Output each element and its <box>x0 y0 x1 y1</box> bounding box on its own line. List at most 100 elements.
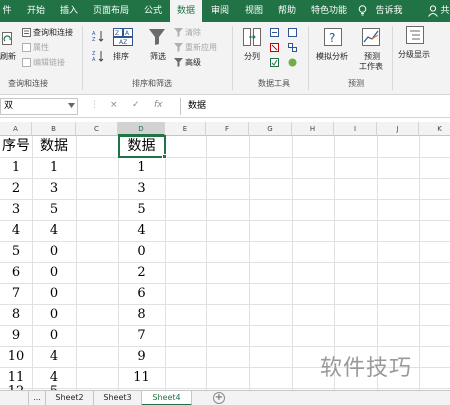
cell-d[interactable]: 0 <box>118 241 165 262</box>
cell-a[interactable]: 5 <box>0 241 32 262</box>
forecast-sheet-button[interactable]: 预测 <box>364 52 380 62</box>
cell-a[interactable]: 2 <box>0 178 32 199</box>
name-box[interactable]: 双 <box>0 98 78 115</box>
sort-button[interactable]: 排序 <box>113 52 129 62</box>
text-to-columns-icon[interactable] <box>243 28 261 46</box>
sheet-tab-sheet2[interactable]: Sheet2 <box>46 391 94 405</box>
edit-links-button[interactable]: 编辑链接 <box>33 58 65 68</box>
sort-az-icon[interactable]: A Z <box>92 30 106 42</box>
remove-duplicates-icon[interactable] <box>270 43 279 52</box>
cell-b[interactable]: 3 <box>32 178 76 199</box>
cell-b[interactable]: 0 <box>32 304 76 325</box>
cell-d[interactable]: 4 <box>118 220 165 241</box>
cell-b[interactable]: 5 <box>32 199 76 220</box>
sort-za-icon[interactable]: Z A <box>92 50 106 62</box>
chevron-down-icon[interactable] <box>68 103 75 108</box>
cancel-button[interactable]: × <box>110 100 118 110</box>
column-header-k[interactable]: K <box>419 122 450 136</box>
cell-d[interactable]: 11 <box>118 367 165 388</box>
cell-a[interactable]: 8 <box>0 304 32 325</box>
tab-view[interactable]: 视图 <box>240 0 268 22</box>
column-header-j[interactable]: J <box>377 122 419 136</box>
column-header-g[interactable]: G <box>249 122 292 136</box>
column-header-d[interactable]: D <box>118 122 165 136</box>
column-header-f[interactable]: F <box>206 122 249 136</box>
cell-b[interactable]: 4 <box>32 220 76 241</box>
reapply-button[interactable]: 重新应用 <box>185 43 217 53</box>
sort-dialog-icon[interactable]: Z A AZ <box>113 28 133 46</box>
column-header-b[interactable]: B <box>32 122 76 136</box>
tab-formulas[interactable]: 公式 <box>139 0 167 22</box>
cell-a1[interactable]: 序号 <box>0 136 32 157</box>
cell-a[interactable]: 6 <box>0 262 32 283</box>
cell-a[interactable]: 12 <box>0 381 32 390</box>
add-sheet-button[interactable]: + <box>213 392 225 404</box>
cell-d[interactable]: 2 <box>118 262 165 283</box>
column-header-e[interactable]: E <box>165 122 206 136</box>
refresh-all-button[interactable]: 刷新 <box>0 52 16 62</box>
group-separator <box>392 26 393 90</box>
cell-d[interactable]: 9 <box>118 346 165 367</box>
relationships-icon[interactable] <box>288 43 297 52</box>
cell-b[interactable]: 0 <box>32 325 76 346</box>
cell-d[interactable]: 6 <box>118 283 165 304</box>
tab-data[interactable]: 数据 <box>170 0 202 23</box>
cell-b[interactable]: 0 <box>32 262 76 283</box>
data-model-icon[interactable] <box>288 58 297 67</box>
outline-button[interactable]: 分级显示 <box>398 50 430 60</box>
what-if-analysis-button[interactable]: 模拟分析 <box>316 52 348 62</box>
consolidate-icon[interactable] <box>288 28 297 37</box>
what-if-analysis-icon[interactable]: ? <box>324 28 342 46</box>
cell-d[interactable]: 1 <box>118 157 165 178</box>
cell-a[interactable]: 7 <box>0 283 32 304</box>
cell-b[interactable]: 0 <box>32 241 76 262</box>
cell-b[interactable]: 1 <box>32 157 76 178</box>
advanced-button[interactable]: 高级 <box>185 58 201 68</box>
formula-input[interactable]: 数据 <box>180 98 450 115</box>
query-connections-button[interactable]: 查询和连接 <box>33 28 73 38</box>
flash-fill-icon[interactable] <box>270 28 279 37</box>
insert-function-button[interactable]: fx <box>154 100 163 110</box>
refresh-all-icon[interactable] <box>2 32 14 46</box>
sheet-tab-sheet3[interactable]: Sheet3 <box>94 391 142 405</box>
cell-b1[interactable]: 数据 <box>32 136 76 157</box>
data-validation-icon[interactable] <box>270 58 279 67</box>
sheet-tab-sheet4[interactable]: Sheet4 <box>142 391 192 405</box>
tab-share[interactable]: 共 <box>440 0 450 22</box>
column-header-a[interactable]: A <box>0 122 32 136</box>
clear-button[interactable]: 清除 <box>185 28 201 38</box>
text-to-columns-button[interactable]: 分列 <box>244 52 260 62</box>
cell-a[interactable]: 4 <box>0 220 32 241</box>
enter-button[interactable]: ✓ <box>132 100 140 110</box>
tab-insert[interactable]: 插入 <box>55 0 83 22</box>
column-header-i[interactable]: I <box>334 122 377 136</box>
tab-page-layout[interactable]: 页面布局 <box>90 0 132 22</box>
more-sheets-button[interactable]: ... <box>28 391 46 405</box>
outline-icon[interactable] <box>406 26 424 44</box>
column-header-c[interactable]: C <box>76 122 118 136</box>
tab-review[interactable]: 审阅 <box>206 0 234 22</box>
forecast-sheet-icon[interactable] <box>362 28 380 46</box>
cell-a[interactable]: 9 <box>0 325 32 346</box>
cell-a[interactable]: 3 <box>0 199 32 220</box>
tab-special-features[interactable]: 特色功能 <box>306 0 352 22</box>
tab-file[interactable]: 件 <box>0 0 14 22</box>
watermark-text: 软件技巧 <box>320 356 413 381</box>
cell-b[interactable]: 4 <box>32 346 76 367</box>
cell-b[interactable]: 0 <box>32 283 76 304</box>
cell-a[interactable]: 10 <box>0 346 32 367</box>
cell-d[interactable]: 3 <box>118 178 165 199</box>
user-icon[interactable] <box>428 5 438 17</box>
tab-help[interactable]: 帮助 <box>273 0 301 22</box>
cell-d[interactable]: 7 <box>118 325 165 346</box>
cell-d[interactable]: 8 <box>118 304 165 325</box>
tab-home[interactable]: 开始 <box>22 0 50 22</box>
properties-button[interactable]: 属性 <box>33 43 49 53</box>
filter-icon[interactable] <box>148 28 166 46</box>
cell-b[interactable]: 5 <box>32 381 76 390</box>
tell-me-box[interactable]: 告诉我 <box>372 0 406 22</box>
filter-button[interactable]: 筛选 <box>150 52 166 62</box>
column-header-h[interactable]: H <box>292 122 334 136</box>
cell-d[interactable]: 5 <box>118 199 165 220</box>
cell-a[interactable]: 1 <box>0 157 32 178</box>
